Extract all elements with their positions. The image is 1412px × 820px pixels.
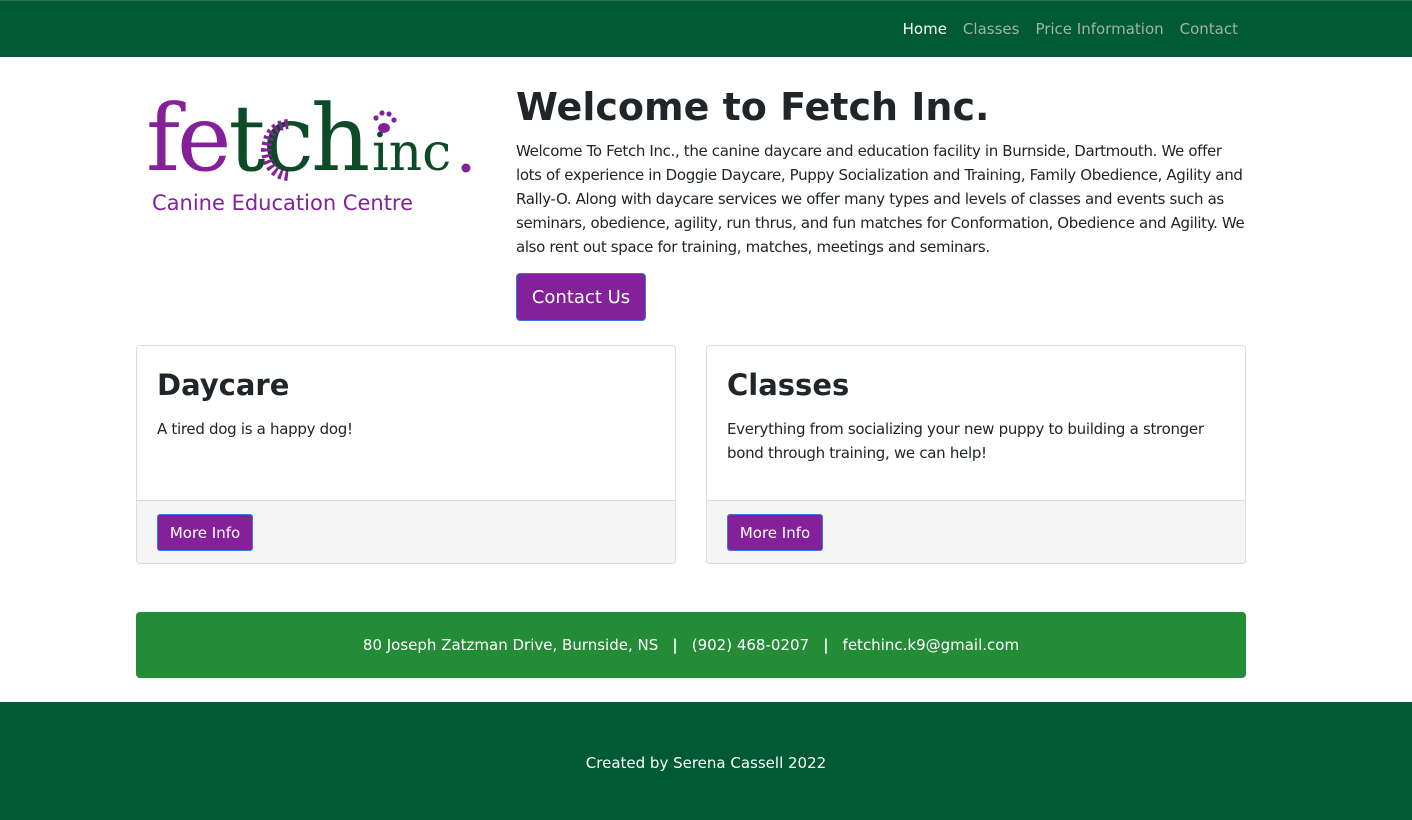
footer-credit: Created by Serena Cassell 2022 [585,754,827,772]
page-footer: Created by Serena Cassell 2022 [0,702,1412,820]
fetch-inc-logo: fetch inc Canine Education Centre [146,84,482,218]
separator: | [672,636,678,654]
classes-card: Classes Everything from socializing your… [706,345,1246,564]
nav-links: Home Classes Price Information Contact [903,20,1238,38]
nav-link-contact[interactable]: Contact [1180,20,1238,38]
card-title: Classes [727,368,850,402]
card-footer: More Info [137,500,675,563]
nav-link-home[interactable]: Home [903,20,947,38]
daycare-more-info-button[interactable]: More Info [157,514,253,551]
contact-info-bar: 80 Joseph Zatzman Drive, Burnside, NS | … [136,612,1246,678]
logo-wordmark-fetch: fetch [146,85,368,192]
card-text: Everything from socializing your new pup… [727,420,1204,462]
card-footer: More Info [707,500,1245,563]
page-title: Welcome to Fetch Inc. [516,85,990,129]
card-text: A tired dog is a happy dog! [157,420,353,438]
hero-section: Welcome to Fetch Inc. Welcome To Fetch I… [516,84,1246,259]
separator: | [823,636,829,654]
card-title: Daycare [157,368,290,402]
logo-dot-icon [461,163,471,173]
address-text: 80 Joseph Zatzman Drive, Burnside, NS [362,636,659,654]
fetch-logo-image: fetch inc Canine Education Centre [146,85,471,215]
nav-link-price-information[interactable]: Price Information [1035,20,1163,38]
classes-more-info-button[interactable]: More Info [727,514,823,551]
daycare-card: Daycare A tired dog is a happy dog! More… [136,345,676,564]
nav-link-classes[interactable]: Classes [963,20,1020,38]
phone-text: (902) 468-0207 [691,636,810,654]
top-navbar: Home Classes Price Information Contact [0,0,1412,57]
logo-tagline: Canine Education Centre [152,191,413,215]
hero-description: Welcome To Fetch Inc., the canine daycar… [516,142,1245,256]
contact-us-button[interactable]: Contact Us [516,273,646,321]
email-text: fetchinc.k9@gmail.com [842,636,1020,654]
